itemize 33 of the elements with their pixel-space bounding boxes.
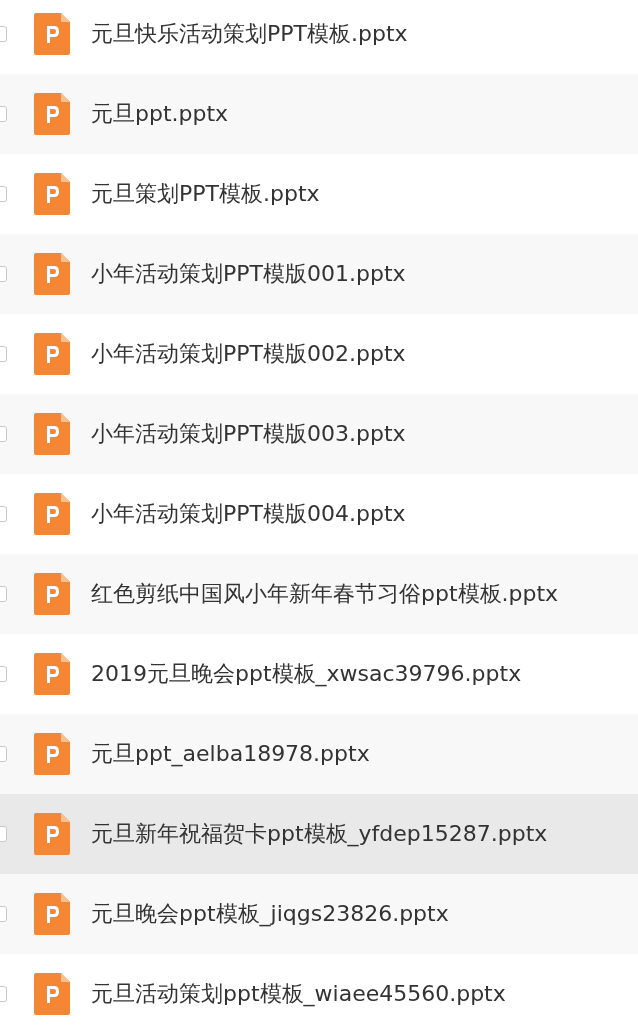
file-name: 小年活动策划PPT模版001.pptx — [91, 260, 406, 288]
file-name: 元旦新年祝福贺卡ppt模板_yfdep15287.pptx — [91, 820, 548, 849]
file-row[interactable]: 元旦ppt.pptx — [0, 74, 638, 154]
file-row[interactable]: 元旦晚会ppt模板_jiqgs23826.pptx — [0, 874, 638, 954]
presentation-file-icon — [34, 893, 70, 935]
presentation-file-icon — [34, 253, 70, 295]
presentation-file-icon — [34, 413, 70, 455]
presentation-file-icon — [34, 493, 70, 535]
file-name: 元旦ppt_aelba18978.pptx — [91, 740, 370, 769]
file-name: 小年活动策划PPT模版002.pptx — [91, 340, 406, 368]
file-name: 小年活动策划PPT模版003.pptx — [91, 420, 406, 448]
file-name: 2019元旦晚会ppt模板_xwsac39796.pptx — [91, 660, 522, 689]
file-name: 元旦ppt.pptx — [91, 100, 229, 128]
presentation-file-icon — [34, 13, 70, 55]
presentation-file-icon — [34, 733, 70, 775]
file-name: 小年活动策划PPT模版004.pptx — [91, 500, 406, 528]
file-row[interactable]: 元旦新年祝福贺卡ppt模板_yfdep15287.pptx — [0, 794, 638, 874]
presentation-file-icon — [34, 93, 70, 135]
presentation-file-icon — [34, 333, 70, 375]
file-row[interactable]: 小年活动策划PPT模版001.pptx — [0, 234, 638, 314]
presentation-file-icon — [34, 973, 70, 1015]
presentation-file-icon — [34, 653, 70, 695]
file-row[interactable]: 元旦ppt_aelba18978.pptx — [0, 714, 638, 794]
file-name: 元旦晚会ppt模板_jiqgs23826.pptx — [91, 900, 449, 929]
presentation-file-icon — [34, 813, 70, 855]
file-row[interactable]: 小年活动策划PPT模版003.pptx — [0, 394, 638, 474]
file-name: 元旦活动策划ppt模板_wiaee45560.pptx — [91, 980, 506, 1009]
presentation-file-icon — [34, 573, 70, 615]
file-name: 红色剪纸中国风小年新年春节习俗ppt模板.pptx — [91, 580, 559, 608]
file-name: 元旦策划PPT模板.pptx — [91, 180, 320, 208]
file-row[interactable]: 红色剪纸中国风小年新年春节习俗ppt模板.pptx — [0, 554, 638, 634]
presentation-file-icon — [34, 173, 70, 215]
file-name: 元旦快乐活动策划PPT模板.pptx — [91, 20, 408, 48]
